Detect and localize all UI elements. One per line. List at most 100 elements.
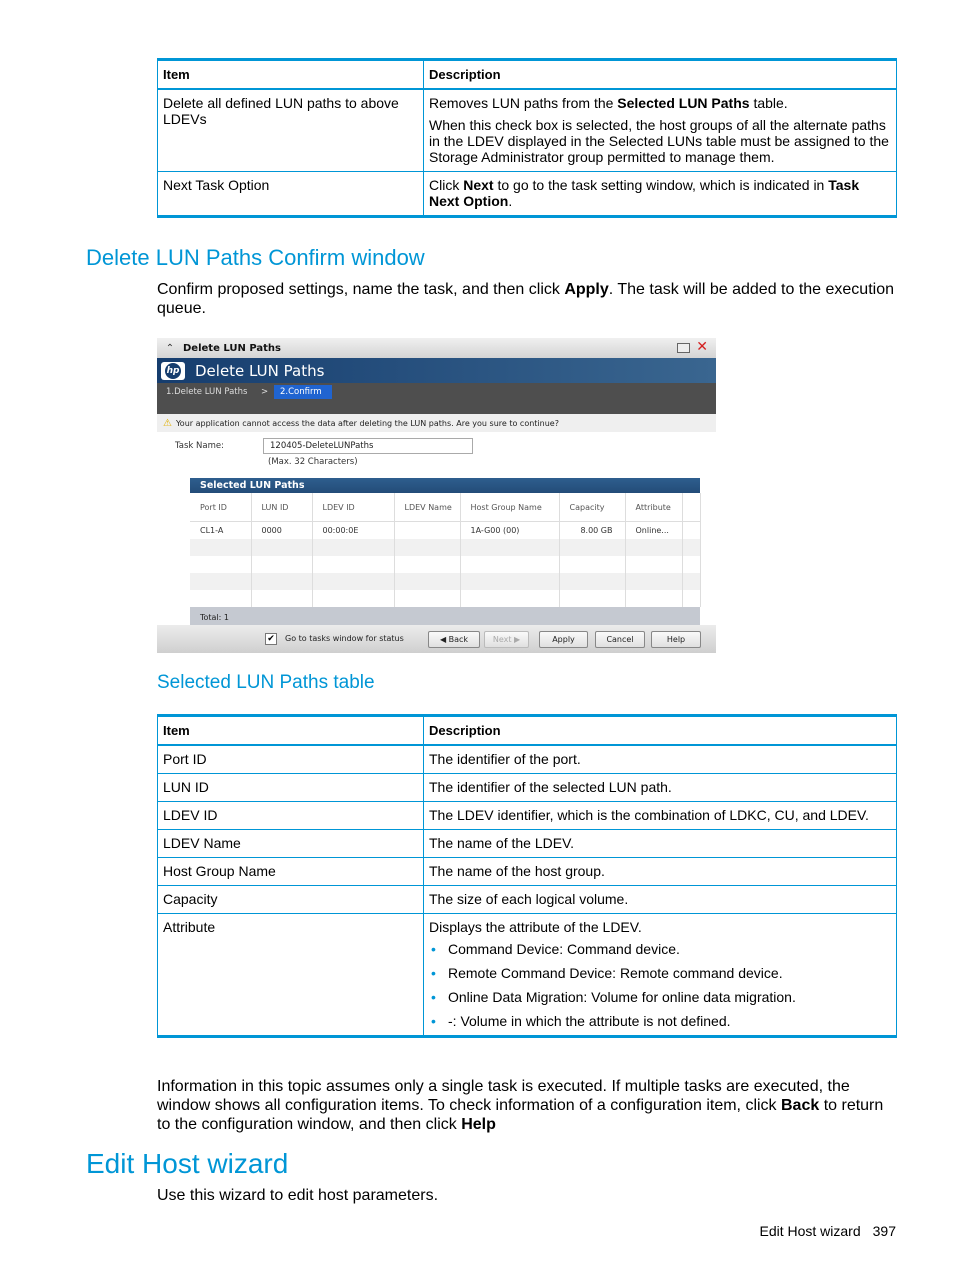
item-cell: Delete all defined LUN paths to above LD…: [157, 88, 424, 172]
description-cell: The identifier of the port.: [423, 744, 897, 774]
dialog-footer: ✔ Go to tasks window for status ◀ Back N…: [157, 625, 716, 653]
description-cell: The name of the LDEV.: [423, 829, 897, 858]
empty-row: [190, 556, 701, 573]
close-icon[interactable]: ✕: [696, 339, 708, 355]
back-button[interactable]: ◀ Back: [428, 631, 480, 648]
warning-bar: ⚠ Your application cannot access the dat…: [157, 414, 716, 432]
banner-title: Delete LUN Paths: [195, 361, 325, 380]
options-table: Item Description Delete all defined LUN …: [157, 58, 897, 218]
item-cell: Attribute: [157, 913, 424, 1038]
item-cell: LUN ID: [157, 773, 424, 802]
cell-port-id: CL1-A: [190, 521, 252, 539]
note-paragraph: Information in this topic assumes only a…: [157, 1078, 884, 1133]
section-heading-edit-host-wizard: Edit Host wizard: [86, 1148, 289, 1179]
table-row: Next Task Option Click Next to go to the…: [157, 171, 897, 218]
list-item: • Remote Command Device: Remote command d…: [431, 965, 783, 981]
window-titlebar: ⌃ Delete LUN Paths ✕: [157, 338, 716, 358]
wizard-steps: 1.Delete LUN Paths > 2.Confirm: [157, 383, 716, 414]
table-row: LUN ID The identifier of the selected LUN…: [157, 773, 897, 802]
cell-host-group-name: 1A-G00 (00): [460, 521, 560, 539]
next-button[interactable]: Next ▶: [484, 631, 529, 648]
collapse-icon[interactable]: ⌃: [163, 343, 177, 354]
table-row: LDEV ID The LDEV identifier, which is the…: [157, 801, 897, 830]
step-confirm-active: 2.Confirm: [274, 385, 332, 399]
item-cell: LDEV Name: [157, 829, 424, 858]
item-cell: LDEV ID: [157, 801, 424, 830]
col-attribute[interactable]: Attribute: [625, 493, 683, 522]
cell-lun-id: 0000: [251, 521, 313, 539]
table-row: Port ID The identifier of the port.: [157, 744, 897, 774]
cell-attribute: Online...: [625, 521, 683, 539]
dialog-banner: hp Delete LUN Paths: [157, 358, 716, 383]
description-cell: The size of each logical volume.: [423, 885, 897, 914]
list-item: • Command Device: Command device.: [431, 941, 680, 957]
warning-icon: ⚠: [163, 417, 172, 429]
col-lun-id[interactable]: LUN ID: [251, 493, 313, 522]
footer-section-title: Edit Host wizard: [759, 1223, 861, 1239]
col-host-group-name[interactable]: Host Group Name: [460, 493, 560, 522]
task-name-label: Task Name:: [175, 441, 224, 451]
selected-lun-paths-panel: Selected LUN Paths Port ID LUN ID LDEV I…: [190, 478, 701, 628]
description-cell: Displays the attribute of the LDEV. • Com…: [423, 913, 897, 1038]
cell-ldev-id: 00:00:0E: [312, 521, 395, 539]
table-row: Attribute Displays the attribute of the …: [157, 913, 897, 1038]
selected-lun-paths-title: Selected LUN Paths: [190, 478, 700, 493]
bullet-icon: •: [431, 989, 436, 1005]
item-cell: Port ID: [157, 744, 424, 774]
column-header-description: Description: [423, 59, 897, 90]
step-separator: >: [261, 387, 269, 397]
table-row: Capacity The size of each logical volume.: [157, 885, 897, 914]
col-capacity[interactable]: Capacity: [559, 493, 626, 522]
col-port-id[interactable]: Port ID: [190, 493, 252, 522]
cell-ldev-name: [394, 521, 461, 539]
goto-tasks-checkbox[interactable]: ✔: [265, 633, 277, 645]
maximize-icon[interactable]: [677, 343, 690, 353]
selected-lun-paths-description-table: Item Description Port ID The identifier o…: [157, 714, 897, 1038]
apply-button[interactable]: Apply: [539, 631, 588, 648]
task-name-input[interactable]: 120405-DeleteLUNPaths: [263, 438, 473, 454]
section-heading-confirm-window: Delete LUN Paths Confirm window: [86, 245, 425, 270]
empty-row: [190, 539, 701, 556]
list-item: • Online Data Migration: Volume for onlin…: [431, 989, 796, 1005]
page-footer: Edit Host wizard 397: [759, 1223, 896, 1239]
attribute-list: • Command Device: Command device. • Remote…: [429, 941, 892, 1029]
list-item: • -: Volume in which the attribute is not…: [431, 1013, 731, 1029]
description-cell: The name of the host group.: [423, 857, 897, 886]
cell-capacity: 8.00 GB: [559, 521, 626, 539]
empty-row: [190, 590, 701, 607]
window-title: Delete LUN Paths: [183, 342, 281, 354]
confirm-intro-text: Confirm proposed settings, name the task…: [157, 281, 894, 317]
bullet-icon: •: [431, 1013, 436, 1029]
column-header-item: Item: [157, 59, 424, 90]
description-cell: Click Next to go to the task setting win…: [423, 171, 897, 218]
item-cell: Host Group Name: [157, 857, 424, 886]
step-delete-lun-paths: 1.Delete LUN Paths: [166, 387, 248, 397]
bullet-icon: •: [431, 965, 436, 981]
warning-text: Your application cannot access the data …: [175, 418, 559, 428]
help-button[interactable]: Help: [651, 631, 701, 648]
goto-tasks-label: Go to tasks window for status: [285, 634, 404, 643]
empty-row: [190, 573, 701, 590]
selected-lun-paths-table: Port ID LUN ID LDEV ID LDEV Name Host Gr…: [190, 493, 701, 607]
table-row[interactable]: CL1-A 0000 00:00:0E 1A-G00 (00) 8.00 GB …: [190, 521, 701, 539]
table-row: Host Group Name The name of the host grou…: [157, 857, 897, 886]
item-cell: Next Task Option: [157, 171, 424, 218]
delete-lun-paths-dialog: ⌃ Delete LUN Paths ✕ hp Delete LUN Paths…: [157, 338, 716, 653]
description-cell: Removes LUN paths from the Selected LUN …: [423, 88, 897, 172]
item-cell: Capacity: [157, 885, 424, 914]
bullet-icon: •: [431, 941, 436, 957]
task-name-hint: (Max. 32 Characters): [268, 457, 358, 467]
section-heading-selected-lun-paths: Selected LUN Paths table: [157, 672, 375, 693]
col-ldev-name[interactable]: LDEV Name: [394, 493, 461, 522]
page-number: 397: [872, 1223, 896, 1239]
hp-logo-icon: hp: [161, 361, 185, 380]
col-ldev-id[interactable]: LDEV ID: [312, 493, 395, 522]
description-cell: The identifier of the selected LUN path.: [423, 773, 897, 802]
column-header-item: Item: [157, 715, 424, 746]
cancel-button[interactable]: Cancel: [595, 631, 645, 648]
table-row: LDEV Name The name of the LDEV.: [157, 829, 897, 858]
table-row: Delete all defined LUN paths to above LD…: [157, 88, 897, 172]
column-header-description: Description: [423, 715, 897, 746]
description-cell: The LDEV identifier, which is the combin…: [423, 801, 897, 830]
edit-host-intro: Use this wizard to edit host parameters.: [157, 1187, 439, 1204]
